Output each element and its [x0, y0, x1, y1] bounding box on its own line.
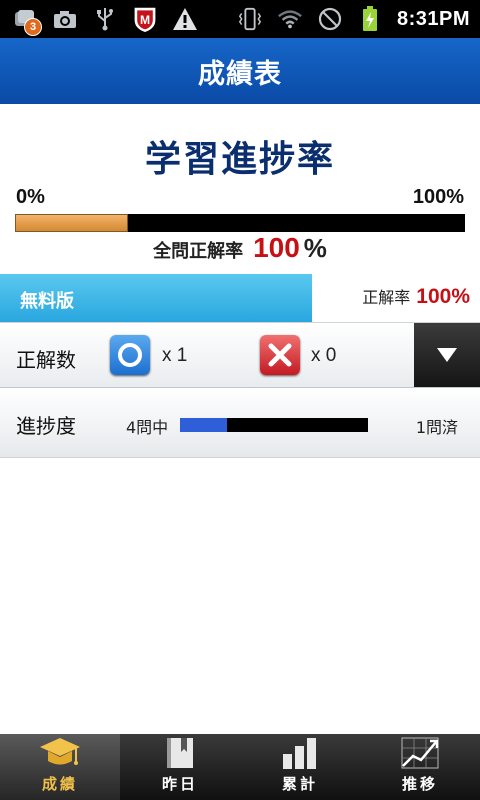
- no-signal-icon: [317, 6, 343, 32]
- tab-label: 累計: [281, 775, 318, 793]
- free-version-tag[interactable]: 無料版: [0, 274, 312, 322]
- page-title: 成績表: [198, 58, 282, 90]
- wrong-cross-icon: [260, 335, 300, 375]
- trend-chart-icon: [398, 735, 442, 771]
- title-bar: 成績表: [0, 38, 480, 104]
- question-progress-fill: [180, 418, 227, 432]
- mcafee-shield-icon: M: [132, 6, 158, 32]
- free-version-label: 無料版: [20, 291, 74, 312]
- question-done: 1問済: [415, 418, 458, 437]
- progress-heading: 学習進捗率: [144, 139, 335, 180]
- accuracy-value: 100%: [416, 285, 470, 308]
- svg-text:M: M: [140, 13, 150, 27]
- tab-trend[interactable]: 推移: [360, 734, 480, 800]
- question-progress-bar: [180, 418, 368, 432]
- tab-grades[interactable]: 成績: [0, 734, 120, 800]
- question-progress-label: 進捗度: [16, 414, 76, 438]
- tab-cumulative[interactable]: 累計: [240, 734, 360, 800]
- tab-label: 昨日: [161, 775, 198, 793]
- warning-icon: [172, 6, 198, 32]
- overall-accuracy: 全問正解率 100 %: [0, 232, 480, 264]
- book-icon: [158, 735, 202, 771]
- correct-count-label: 正解数: [16, 348, 76, 372]
- expand-dropdown-button[interactable]: [414, 323, 480, 387]
- correct-count-row: 正解数 x 1 x 0: [0, 322, 480, 388]
- bar-chart-icon: [278, 735, 322, 771]
- wrong-count-value: x 0: [311, 345, 337, 366]
- vibrate-icon: [237, 6, 263, 32]
- tab-yesterday[interactable]: 昨日: [120, 734, 240, 800]
- correct-circle-icon: [110, 335, 150, 375]
- wifi-icon: [277, 6, 303, 32]
- notification-count-badge: 3: [24, 18, 42, 36]
- tab-label: 推移: [401, 775, 438, 793]
- progress-max-label: 100%: [412, 186, 464, 208]
- overall-accuracy-value: 100: [253, 232, 300, 263]
- free-version-band: 無料版 正解率 100%: [0, 274, 480, 322]
- learning-progress-bar: [15, 214, 465, 232]
- question-total: 4問中: [126, 418, 169, 437]
- tab-label: 成績: [41, 775, 78, 793]
- graduation-cap-icon: [38, 735, 82, 771]
- overall-accuracy-label: 全問正解率: [153, 241, 244, 262]
- accuracy-label: 正解率: [362, 288, 411, 307]
- correct-count-value: x 1: [162, 345, 188, 366]
- accuracy-summary: 正解率 100%: [362, 284, 470, 309]
- usb-icon: [92, 6, 118, 32]
- notification-icon: 3: [12, 6, 42, 36]
- clock: 8:31PM: [396, 7, 470, 30]
- status-bar: 3 M 8:31PM: [0, 0, 480, 38]
- overall-accuracy-unit: %: [303, 233, 327, 263]
- question-progress-row: 進捗度 4問中 1問済: [0, 388, 480, 458]
- learning-progress-fill: [15, 214, 128, 232]
- progress-min-label: 0%: [16, 186, 45, 208]
- triangle-down-icon: [437, 348, 457, 362]
- camera-icon: [52, 6, 78, 32]
- battery-charging-icon: [357, 6, 383, 32]
- bottom-tab-bar: 成績 昨日 累計 推移: [0, 734, 480, 800]
